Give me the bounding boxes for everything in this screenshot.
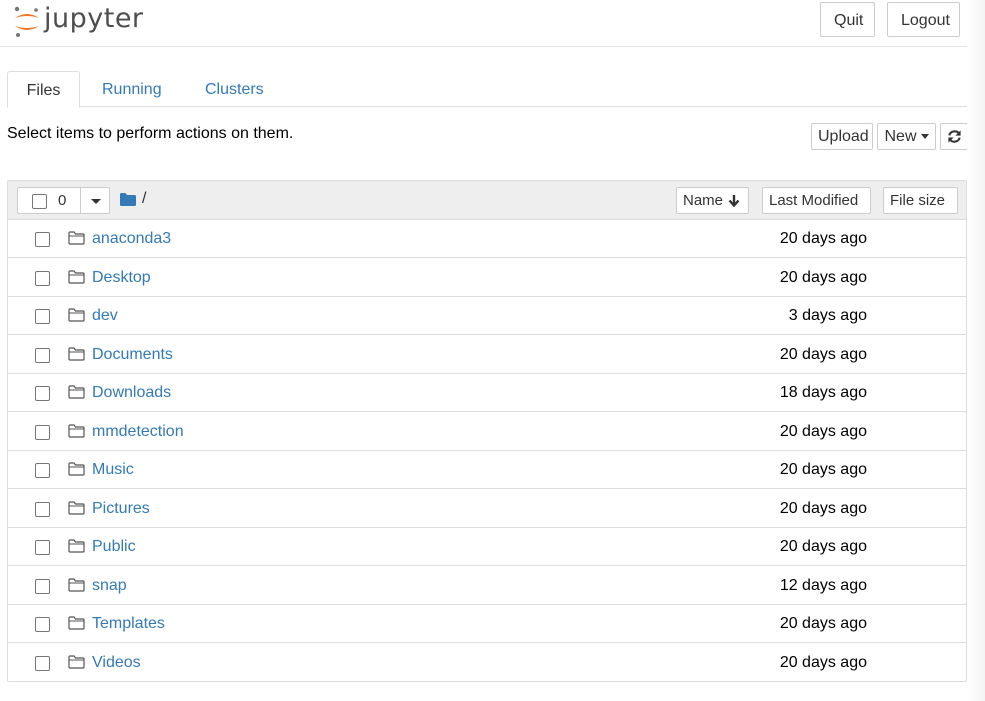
- upload-button[interactable]: Upload: [811, 123, 873, 150]
- table-row[interactable]: Videos 20 days ago: [8, 644, 966, 681]
- last-modified-text: 20 days ago: [779, 500, 867, 517]
- tab-running[interactable]: Running: [102, 71, 162, 107]
- file-list-header: 0 / Name Last Modified File size: [8, 181, 966, 220]
- file-list-panel: 0 / Name Last Modified File size anacond…: [7, 180, 967, 682]
- folder-icon: [68, 539, 85, 553]
- folder-open-icon[interactable]: [120, 193, 136, 206]
- last-modified-text: 20 days ago: [779, 615, 867, 632]
- refresh-icon: [947, 130, 961, 143]
- row-checkbox[interactable]: [35, 540, 50, 555]
- sort-file-size-label: File size: [890, 192, 946, 209]
- table-row[interactable]: mmdetection 20 days ago: [8, 413, 966, 451]
- select-all-checkbox[interactable]: [32, 194, 47, 209]
- table-row[interactable]: Templates 20 days ago: [8, 605, 966, 643]
- table-row[interactable]: Documents 20 days ago: [8, 336, 966, 374]
- row-checkbox[interactable]: [35, 579, 50, 594]
- instructions-text: Select items to perform actions on them.: [7, 125, 294, 142]
- caret-down-icon: [91, 199, 101, 204]
- folder-icon: [68, 424, 85, 438]
- row-checkbox[interactable]: [35, 309, 50, 324]
- select-all-group: 0: [17, 187, 110, 214]
- table-row[interactable]: Public 20 days ago: [8, 528, 966, 566]
- file-name-link[interactable]: Templates: [92, 615, 165, 633]
- folder-icon: [68, 308, 85, 322]
- last-modified-text: 3 days ago: [788, 307, 867, 324]
- table-row[interactable]: Pictures 20 days ago: [8, 490, 966, 528]
- new-button[interactable]: New: [877, 123, 936, 150]
- row-checkbox[interactable]: [35, 232, 50, 247]
- row-checkbox[interactable]: [35, 386, 50, 401]
- last-modified-text: 12 days ago: [779, 577, 867, 594]
- folder-icon: [68, 231, 85, 245]
- last-modified-text: 20 days ago: [779, 461, 867, 478]
- file-name-link[interactable]: anaconda3: [92, 230, 171, 248]
- folder-icon: [68, 347, 85, 361]
- row-checkbox[interactable]: [35, 425, 50, 440]
- row-checkbox[interactable]: [35, 617, 50, 632]
- tab-clusters[interactable]: Clusters: [205, 71, 264, 107]
- file-name-link[interactable]: Pictures: [92, 500, 150, 518]
- quit-button[interactable]: Quit: [820, 2, 875, 37]
- last-modified-text: 20 days ago: [779, 654, 867, 671]
- last-modified-text: 20 days ago: [779, 423, 867, 440]
- table-row[interactable]: Music 20 days ago: [8, 451, 966, 489]
- select-dropdown-button[interactable]: [81, 188, 109, 213]
- arrow-down-icon: [728, 195, 740, 207]
- table-row[interactable]: Downloads 18 days ago: [8, 374, 966, 412]
- row-checkbox[interactable]: [35, 502, 50, 517]
- table-row[interactable]: anaconda3 20 days ago: [8, 220, 966, 258]
- caret-down-icon: [920, 134, 929, 139]
- last-modified-text: 20 days ago: [779, 538, 867, 555]
- file-name-link[interactable]: Downloads: [92, 384, 171, 402]
- last-modified-text: 20 days ago: [779, 230, 867, 247]
- logout-button[interactable]: Logout: [887, 2, 960, 37]
- sort-file-size-button[interactable]: File size: [883, 187, 958, 214]
- file-name-link[interactable]: dev: [92, 307, 118, 325]
- folder-icon: [68, 462, 85, 476]
- row-checkbox[interactable]: [35, 656, 50, 671]
- jupyter-logo[interactable]: jupyter: [12, 2, 144, 40]
- row-checkbox[interactable]: [35, 463, 50, 478]
- row-checkbox[interactable]: [35, 271, 50, 286]
- last-modified-text: 20 days ago: [779, 346, 867, 363]
- folder-icon: [68, 270, 85, 284]
- table-row[interactable]: snap 12 days ago: [8, 567, 966, 605]
- folder-icon: [68, 501, 85, 515]
- sort-last-modified-label: Last Modified: [769, 192, 859, 209]
- tab-files[interactable]: Files: [7, 71, 80, 108]
- last-modified-text: 20 days ago: [779, 269, 867, 286]
- folder-icon: [68, 616, 85, 630]
- last-modified-text: 18 days ago: [779, 384, 867, 401]
- sort-name-label: Name: [683, 192, 724, 209]
- breadcrumb-root[interactable]: /: [142, 190, 146, 208]
- folder-icon: [68, 655, 85, 669]
- table-row[interactable]: Desktop 20 days ago: [8, 259, 966, 297]
- jupyter-logo-icon: [14, 6, 39, 37]
- logo-text: jupyter: [44, 2, 144, 34]
- folder-icon: [68, 385, 85, 399]
- table-row[interactable]: dev 3 days ago: [8, 297, 966, 335]
- file-name-link[interactable]: Documents: [92, 346, 173, 364]
- folder-icon: [68, 578, 85, 592]
- window-edge: [967, 0, 985, 701]
- file-name-link[interactable]: Videos: [92, 654, 141, 672]
- file-name-link[interactable]: Music: [92, 461, 134, 479]
- refresh-button[interactable]: [940, 123, 968, 150]
- header-bar: jupyter Quit Logout: [0, 0, 985, 47]
- selected-count: 0: [58, 192, 67, 209]
- row-checkbox[interactable]: [35, 348, 50, 363]
- sort-last-modified-button[interactable]: Last Modified: [762, 187, 871, 214]
- file-name-link[interactable]: Public: [92, 538, 136, 556]
- file-name-link[interactable]: snap: [92, 577, 127, 595]
- new-button-label: New: [884, 128, 917, 145]
- file-name-link[interactable]: Desktop: [92, 269, 151, 287]
- sort-name-button[interactable]: Name: [676, 187, 749, 214]
- file-name-link[interactable]: mmdetection: [92, 423, 184, 441]
